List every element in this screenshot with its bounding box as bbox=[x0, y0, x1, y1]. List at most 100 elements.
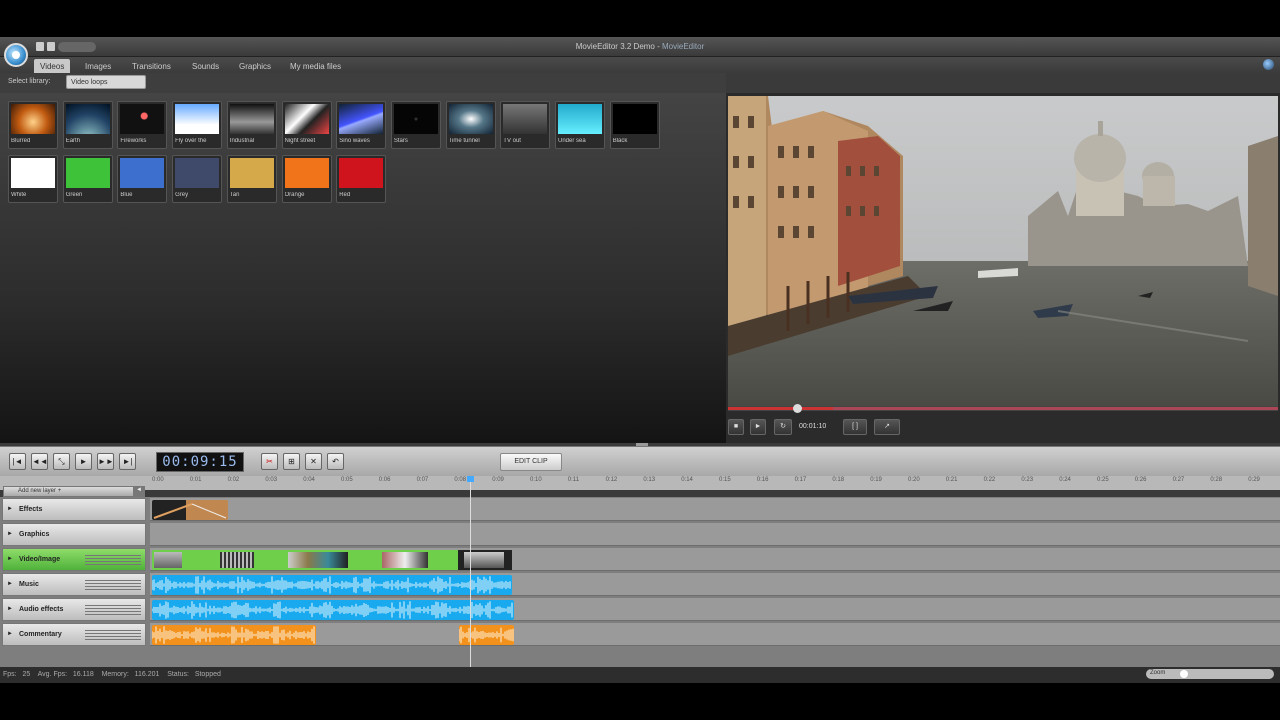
tab-videos[interactable]: Videos bbox=[34, 59, 71, 73]
library-clip[interactable]: TV out bbox=[500, 101, 551, 149]
track-lane-graphics[interactable] bbox=[150, 523, 1280, 546]
library-clip[interactable]: Night street bbox=[281, 101, 332, 149]
app-window: MovieEditor 3.2 Demo - MovieEditor Video… bbox=[0, 37, 1280, 683]
ruler-tick-label: 0:19 bbox=[870, 477, 882, 483]
split-icon[interactable]: ⊞ bbox=[283, 453, 300, 470]
seek-handle[interactable] bbox=[793, 404, 802, 413]
tab-graphics[interactable]: Graphics bbox=[233, 59, 277, 73]
fast-forward-icon[interactable]: ►► bbox=[97, 453, 114, 470]
clip-name: TV out bbox=[503, 138, 521, 144]
expand-arrow-icon[interactable]: ► bbox=[7, 531, 13, 537]
play-icon[interactable]: ► bbox=[75, 453, 92, 470]
timeline-ruler[interactable]: 0:00 0:01 0:02 0:03 0:04 0:05 0:06 0:07 0:08 0:09… bbox=[0, 476, 1280, 490]
undo-icon[interactable]: ↶ bbox=[327, 453, 344, 470]
fit-timeline-icon[interactable]: ⤡ bbox=[53, 453, 70, 470]
add-layer-button[interactable]: Add new layer + bbox=[3, 486, 145, 497]
delete-icon[interactable]: ✕ bbox=[305, 453, 322, 470]
ruler-tick-label: 0:04 bbox=[303, 477, 315, 483]
track-volume-slider[interactable] bbox=[85, 580, 141, 590]
color-name: Orange bbox=[284, 192, 305, 198]
clip-name: Sino waves bbox=[339, 138, 370, 144]
preview-play-button[interactable]: ► bbox=[750, 419, 766, 435]
expand-arrow-icon[interactable]: ► bbox=[7, 606, 13, 612]
clip-thumbnail bbox=[558, 104, 602, 134]
globe-icon[interactable] bbox=[1263, 59, 1274, 70]
track-header-video[interactable]: ► Video/Image bbox=[2, 548, 146, 571]
ruler-tick-label: 0:23 bbox=[1021, 477, 1034, 483]
ruler-tick-label: 0:05 bbox=[341, 477, 353, 483]
rewind-icon[interactable]: ◄◄ bbox=[31, 453, 48, 470]
color-swatch[interactable]: Blue bbox=[117, 155, 168, 203]
tab-images[interactable]: Images bbox=[79, 59, 117, 73]
track-header-graphics[interactable]: ► Graphics bbox=[2, 523, 146, 546]
color-swatch[interactable]: Orange bbox=[281, 155, 332, 203]
library-clip[interactable]: Sino waves bbox=[336, 101, 387, 149]
library-clip[interactable]: Blurred bbox=[8, 101, 58, 149]
preview-stop-button[interactable]: ■ bbox=[728, 419, 744, 435]
effect-clip[interactable] bbox=[152, 500, 228, 520]
clip-thumbnail bbox=[284, 104, 329, 134]
track-header-commentary[interactable]: ► Commentary bbox=[2, 623, 146, 646]
track-volume-slider[interactable] bbox=[85, 555, 141, 565]
video-clip[interactable] bbox=[152, 550, 512, 570]
audio-effect-clip[interactable] bbox=[152, 600, 514, 620]
edit-clip-button[interactable]: EDIT CLIP bbox=[500, 453, 562, 471]
clip-thumbnail bbox=[229, 104, 274, 134]
library-clip[interactable]: Time tunnel bbox=[445, 101, 496, 149]
track-lane-commentary[interactable] bbox=[150, 623, 1280, 646]
library-select[interactable]: Video loops bbox=[66, 75, 146, 89]
commentary-clip[interactable] bbox=[152, 625, 316, 645]
color-swatch[interactable]: Grey bbox=[172, 155, 223, 203]
track-header-audio-effects[interactable]: ► Audio effects bbox=[2, 598, 146, 621]
library-bar: Select library: Video loops bbox=[0, 73, 726, 93]
ruler-tick-label: 0:09 bbox=[492, 477, 504, 483]
library-clip[interactable]: Fireworks bbox=[117, 101, 168, 149]
ruler-tick-label: 0:13 bbox=[643, 477, 656, 483]
window-title: MovieEditor 3.2 Demo - MovieEditor bbox=[575, 42, 705, 51]
cut-marker-icon[interactable]: ✂ bbox=[261, 453, 278, 470]
playhead-marker[interactable] bbox=[467, 476, 474, 482]
clip-thumbnail bbox=[339, 104, 384, 134]
commentary-clip[interactable] bbox=[459, 625, 514, 645]
color-swatch[interactable]: White bbox=[8, 155, 58, 203]
track-header-effects[interactable]: ► Effects bbox=[2, 498, 146, 521]
color-swatch[interactable]: Green bbox=[62, 155, 113, 203]
zoom-slider[interactable]: Zoom bbox=[1146, 669, 1274, 679]
zoom-handle[interactable] bbox=[1180, 670, 1188, 678]
expand-arrow-icon[interactable]: ► bbox=[7, 581, 13, 587]
preview-snapshot-button[interactable]: [ ] bbox=[843, 419, 867, 435]
app-logo-button[interactable] bbox=[4, 43, 28, 67]
track-header-music[interactable]: ► Music bbox=[2, 573, 146, 596]
ruler-tick-label: 0:16 bbox=[756, 477, 769, 483]
color-swatch[interactable]: Tan bbox=[226, 155, 277, 203]
go-to-start-icon[interactable]: |◄ bbox=[9, 453, 26, 470]
track-lane-effects[interactable] bbox=[150, 498, 1280, 521]
library-clip[interactable]: Black bbox=[609, 101, 660, 149]
expand-arrow-icon[interactable]: ► bbox=[7, 506, 13, 512]
library-clip[interactable]: Stars bbox=[390, 101, 441, 149]
preview-loop-button[interactable]: ↻ bbox=[774, 419, 792, 435]
clip-thumbnail bbox=[382, 552, 428, 568]
ruler-tick-label: 0:18 bbox=[832, 477, 845, 483]
clip-name: Stars bbox=[393, 138, 408, 144]
library-clip[interactable]: Industrial bbox=[226, 101, 277, 149]
playhead[interactable] bbox=[470, 477, 471, 672]
expand-arrow-icon[interactable]: ► bbox=[7, 556, 13, 562]
tab-my-media-files[interactable]: My media files bbox=[284, 59, 347, 73]
library-clip[interactable]: Fly over the bbox=[172, 101, 223, 149]
track-volume-slider[interactable] bbox=[85, 630, 141, 640]
tab-sounds[interactable]: Sounds bbox=[186, 59, 225, 73]
ruler-tick-label: 0:00 bbox=[152, 477, 164, 483]
music-clip[interactable] bbox=[152, 575, 512, 595]
preview-seek-bar[interactable] bbox=[728, 404, 1278, 413]
preview-fullscreen-button[interactable]: ↗ bbox=[874, 419, 900, 435]
clip-name: Blurred bbox=[11, 138, 31, 144]
library-clip[interactable]: Earth bbox=[62, 101, 113, 149]
tab-transitions[interactable]: Transitions bbox=[126, 59, 177, 73]
library-clip[interactable]: Under sea bbox=[555, 101, 605, 149]
track-volume-slider[interactable] bbox=[85, 605, 141, 615]
expand-arrow-icon[interactable]: ► bbox=[7, 631, 13, 637]
collapse-layers-button[interactable]: ◄ bbox=[133, 487, 145, 496]
go-to-end-icon[interactable]: ►| bbox=[119, 453, 136, 470]
color-swatch[interactable]: Red bbox=[336, 155, 387, 203]
